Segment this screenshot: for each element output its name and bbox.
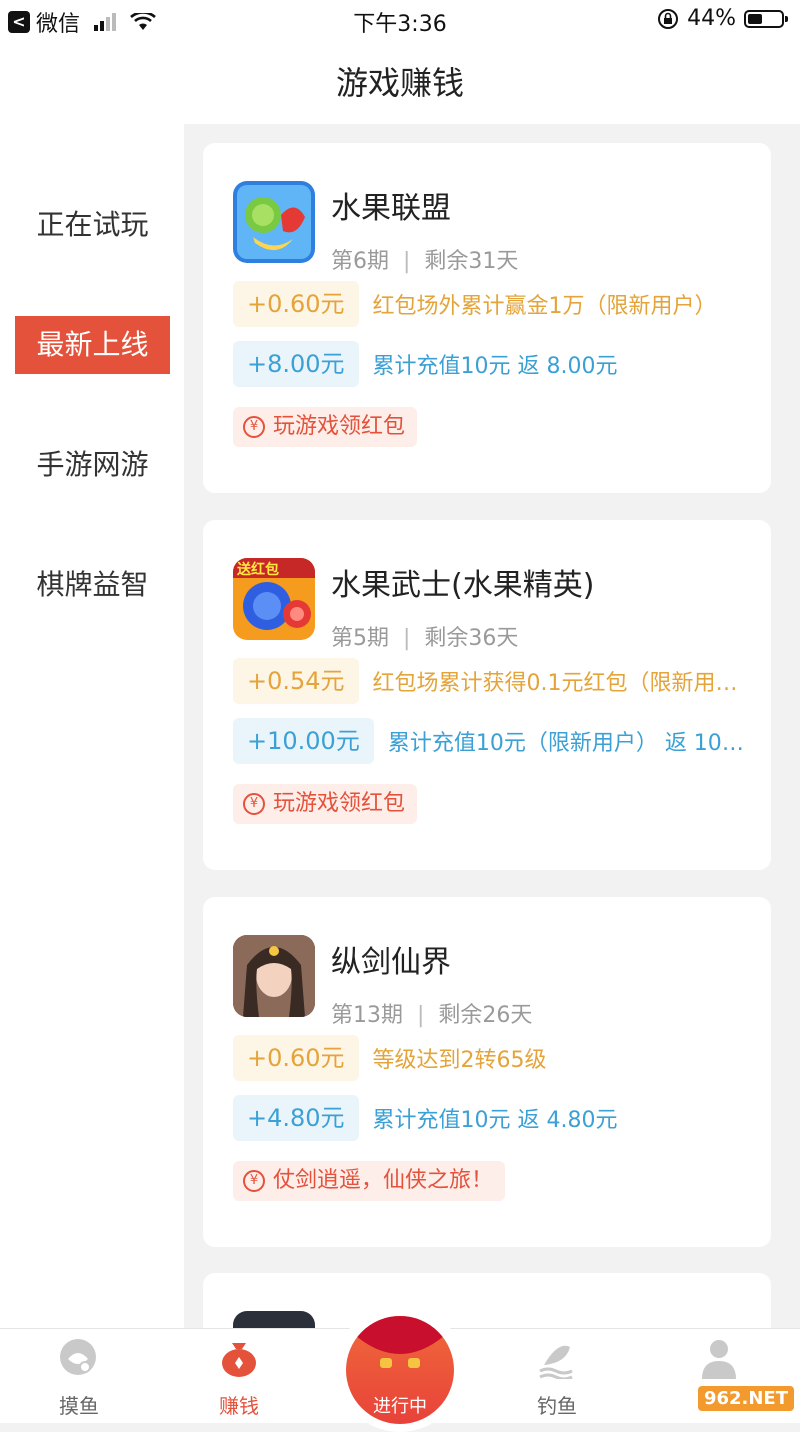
game-meta: 第6期 | 剩余31天: [331, 249, 519, 274]
status-right: 44%: [657, 6, 788, 31]
in-progress-label: 进行中: [373, 1396, 427, 1417]
reward-description: 累计充值10元 返 8.00元: [372, 354, 618, 379]
reward-amount: +8.00元: [233, 341, 359, 387]
reward-amount: +0.60元: [233, 281, 359, 327]
reward-description: 累计充值10元（限新用户） 返 10.…: [387, 731, 745, 756]
reward-amount: +10.00元: [233, 718, 374, 764]
sidebar-item-new-releases[interactable]: 最新上线: [15, 316, 170, 374]
reward-amount: +0.60元: [233, 1035, 359, 1081]
page-header: 游戏赚钱: [0, 40, 800, 124]
yen-coin-icon: ¥: [243, 793, 265, 815]
battery-icon: [744, 9, 788, 28]
user-icon: [702, 1340, 736, 1379]
reward-amount: +0.54元: [233, 658, 359, 704]
reward-row: +4.80元 累计充值10元 返 4.80元: [233, 1095, 745, 1141]
orientation-lock-icon: [658, 8, 679, 29]
game-remaining: 剩余31天: [424, 249, 519, 274]
reward-description: 等级达到2转65级: [372, 1048, 547, 1073]
nav-item-profile[interactable]: [664, 1337, 774, 1390]
reward-description: 累计充值10元 返 4.80元: [372, 1108, 618, 1133]
reward-description: 红包场累计获得0.1元红包（限新用…: [372, 671, 738, 696]
battery-level: [748, 13, 763, 24]
in-progress-button[interactable]: 进行中: [336, 1304, 464, 1432]
reward-amount: +4.80元: [233, 1095, 359, 1141]
status-bar: < 微信 下午3:36 44%: [0, 0, 800, 40]
sidebar-item-mobile-games[interactable]: 手游网游: [15, 436, 170, 494]
battery-percent: 44%: [687, 6, 736, 31]
fishing-icon: [539, 1345, 573, 1381]
red-envelope-icon: 进行中: [346, 1316, 454, 1424]
game-tag: ¥ 仗剑逍遥，仙侠之旅！: [233, 1161, 506, 1201]
yen-coin-icon: ¥: [243, 416, 265, 438]
nav-label: 钓鱼: [537, 1394, 577, 1418]
game-icon-fruit-alliance: [233, 181, 315, 263]
game-card-fruit-alliance[interactable]: 水果联盟 第6期 | 剩余31天 +0.60元 红包场外累计赢金1万（限新用户） +…: [203, 143, 771, 493]
reward-row: +10.00元 累计充值10元（限新用户） 返 10.…: [233, 718, 745, 764]
watermark: 962.NET: [697, 1386, 794, 1411]
game-meta: 第5期 | 剩余36天: [331, 626, 519, 651]
game-period: 第5期: [331, 626, 389, 651]
reward-description: 红包场外累计赢金1万（限新用户）: [372, 294, 717, 319]
game-icon-sword-fairy: [233, 935, 315, 1017]
game-title: 纵剑仙界: [331, 945, 451, 980]
game-remaining: 剩余26天: [438, 1003, 533, 1028]
game-title: 水果联盟: [331, 191, 451, 226]
money-bag-icon: [222, 1343, 256, 1377]
reward-row: +0.60元 等级达到2转65级: [233, 1035, 745, 1081]
category-sidebar: 正在试玩 最新上线 手游网游 棋牌益智: [0, 124, 184, 1328]
game-title: 水果武士(水果精英): [331, 568, 595, 603]
nav-item-fishing[interactable]: 钓鱼: [502, 1337, 612, 1419]
game-period: 第13期: [331, 1003, 403, 1028]
yen-coin-icon: ¥: [243, 1170, 265, 1192]
reward-row: +0.60元 红包场外累计赢金1万（限新用户）: [233, 281, 745, 327]
game-remaining: 剩余36天: [424, 626, 519, 651]
nav-item-earn[interactable]: 赚钱: [184, 1337, 294, 1419]
nav-label: 摸鱼: [59, 1394, 99, 1418]
game-tag-label: 仗剑逍遥，仙侠之旅！: [273, 1168, 494, 1193]
game-card-fruit-warrior[interactable]: 送红包 水果武士(水果精英) 第5期 | 剩余36天 +0.54元 红包场累计获得0…: [203, 520, 771, 870]
game-period: 第6期: [331, 249, 389, 274]
game-tag: ¥ 玩游戏领红包: [233, 784, 418, 824]
game-meta: 第13期 | 剩余26天: [331, 1003, 533, 1028]
nav-label: 赚钱: [219, 1394, 259, 1418]
game-card-sword-fairy[interactable]: 纵剑仙界 第13期 | 剩余26天 +0.60元 等级达到2转65级 +4.80元 …: [203, 897, 771, 1247]
fish-icon: [60, 1339, 96, 1375]
game-icon-fruit-warrior: 送红包: [233, 558, 315, 640]
game-tag-label: 玩游戏领红包: [273, 414, 406, 439]
page-title: 游戏赚钱: [335, 64, 464, 102]
sidebar-item-trying[interactable]: 正在试玩: [15, 196, 170, 254]
nav-item-moyu[interactable]: 摸鱼: [24, 1337, 134, 1419]
sidebar-item-board-puzzle[interactable]: 棋牌益智: [15, 556, 170, 614]
reward-row: +8.00元 累计充值10元 返 8.00元: [233, 341, 745, 387]
reward-row: +0.54元 红包场累计获得0.1元红包（限新用…: [233, 658, 745, 704]
game-tag-label: 玩游戏领红包: [273, 791, 406, 816]
game-tag: ¥ 玩游戏领红包: [233, 407, 418, 447]
icon-badge-text: 送红包: [237, 562, 279, 578]
